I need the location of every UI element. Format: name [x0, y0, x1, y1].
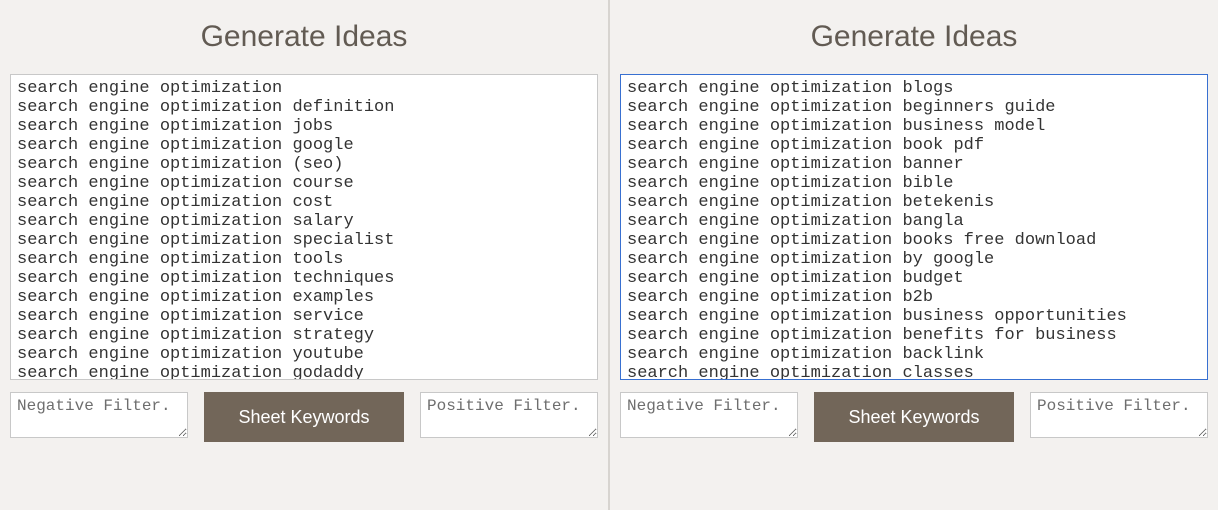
sheet-keywords-button-right[interactable]: Sheet Keywords: [814, 392, 1014, 442]
keywords-textarea-left[interactable]: [10, 74, 598, 380]
positive-filter-left[interactable]: [420, 392, 598, 438]
negative-filter-right[interactable]: [620, 392, 798, 438]
panel-title-right: Generate Ideas: [620, 20, 1208, 54]
app-root: Generate Ideas Sheet Keywords Generate I…: [0, 0, 1218, 510]
controls-row-right: Sheet Keywords: [620, 392, 1208, 442]
panel-left: Generate Ideas Sheet Keywords: [0, 0, 610, 510]
panel-title-left: Generate Ideas: [10, 20, 598, 54]
sheet-keywords-button-left[interactable]: Sheet Keywords: [204, 392, 404, 442]
panel-right: Generate Ideas Sheet Keywords: [610, 0, 1218, 510]
positive-filter-right[interactable]: [1030, 392, 1208, 438]
controls-row-left: Sheet Keywords: [10, 392, 598, 442]
keywords-textarea-right[interactable]: [620, 74, 1208, 380]
negative-filter-left[interactable]: [10, 392, 188, 438]
